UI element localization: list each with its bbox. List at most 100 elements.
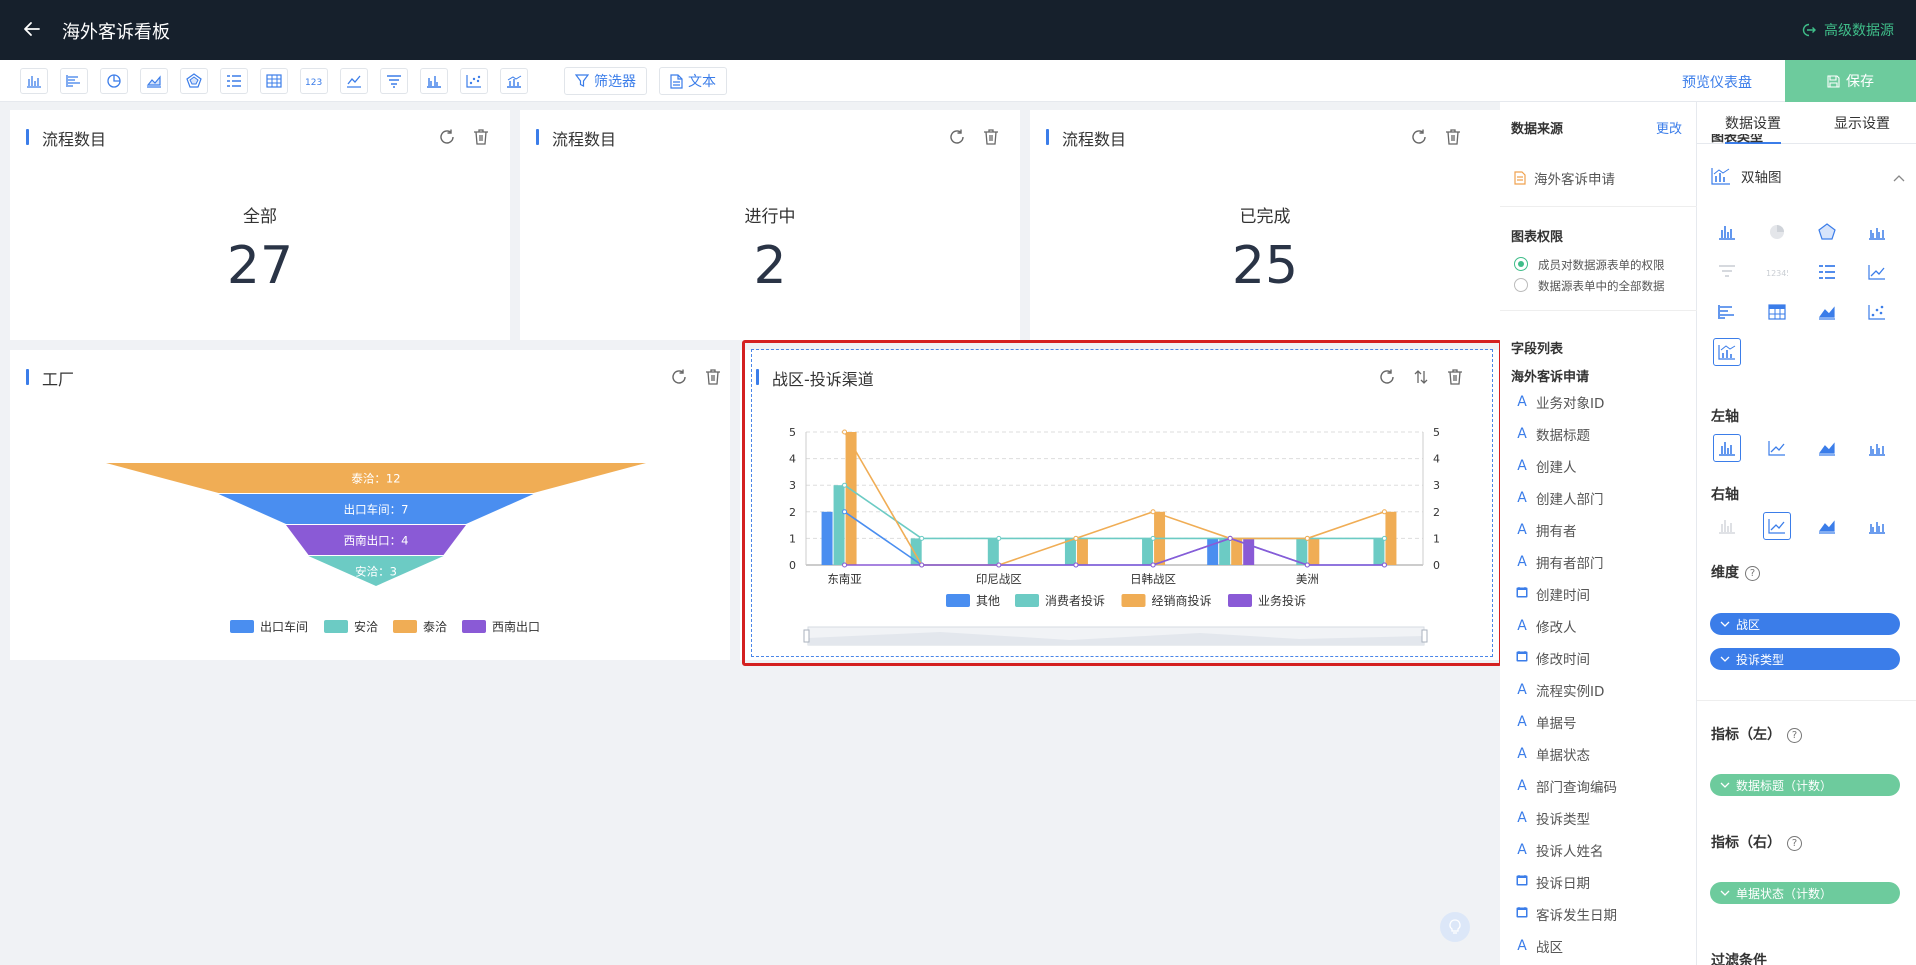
legend-swatch bbox=[462, 620, 486, 633]
field-item[interactable]: A 业务对象ID bbox=[1516, 392, 1604, 412]
refresh-icon[interactable] bbox=[438, 128, 456, 146]
field-label: 业务对象ID bbox=[1536, 396, 1605, 412]
refresh-icon[interactable] bbox=[948, 128, 966, 146]
permission-radio-member[interactable] bbox=[1514, 257, 1528, 271]
datasource-item[interactable]: 海外客诉申请 bbox=[1514, 168, 1615, 188]
metric-left-pill[interactable]: 数据标题（计数） bbox=[1710, 774, 1900, 796]
field-item[interactable]: A 数据标题 bbox=[1516, 424, 1590, 444]
bar-chart-icon[interactable] bbox=[1713, 218, 1741, 246]
calendar-icon bbox=[1516, 650, 1528, 666]
field-item[interactable]: 创建时间 bbox=[1516, 584, 1590, 604]
chevron-up-icon[interactable] bbox=[1893, 174, 1905, 182]
right-axis-bar-icon[interactable] bbox=[1713, 512, 1741, 540]
help-bubble[interactable] bbox=[1440, 912, 1470, 942]
change-datasource-link[interactable]: 更改 bbox=[1656, 118, 1682, 137]
list-tool-icon[interactable] bbox=[220, 68, 248, 94]
pie-chart-icon[interactable] bbox=[1763, 218, 1791, 246]
scatter-tool-icon[interactable] bbox=[460, 68, 488, 94]
dimension-pill-type[interactable]: 投诉类型 bbox=[1710, 648, 1900, 670]
funnel-chart-icon[interactable] bbox=[1713, 258, 1741, 286]
chart-type-select[interactable]: 双轴图 bbox=[1711, 166, 1782, 186]
field-item[interactable]: 投诉日期 bbox=[1516, 872, 1590, 892]
settings-panel: 数据设置 显示设置 图表类型 双轴图 12345 左轴 右轴 维度? 战区 投诉… bbox=[1697, 102, 1916, 965]
delete-icon[interactable] bbox=[982, 128, 1000, 146]
refresh-icon[interactable] bbox=[1410, 128, 1428, 146]
line-chart-icon[interactable] bbox=[1863, 258, 1891, 286]
factory-funnel-card[interactable]: 工厂 泰洽：12 出口车间：7 西南出口：4 安洽：3 出口车间 安洽 泰洽 西南出口 bbox=[10, 350, 730, 660]
right-axis-line-icon[interactable] bbox=[1763, 512, 1791, 540]
field-item[interactable]: A 创建人 bbox=[1516, 456, 1576, 476]
field-item[interactable]: A 投诉人姓名 bbox=[1516, 840, 1603, 860]
horizontal-bar-icon[interactable] bbox=[1713, 298, 1741, 326]
area-chart-icon[interactable] bbox=[1813, 298, 1841, 326]
stat-card-completed[interactable]: 流程数目 已完成 25 bbox=[1030, 110, 1500, 340]
text-field-icon: A bbox=[1517, 778, 1527, 794]
dimension-pill-label: 战区 bbox=[1736, 617, 1761, 632]
dimension-pill-region[interactable]: 战区 bbox=[1710, 613, 1900, 635]
field-item[interactable]: A 流程实例ID bbox=[1516, 680, 1604, 700]
pie-chart-tool-icon[interactable] bbox=[100, 68, 128, 94]
delete-icon[interactable] bbox=[472, 128, 490, 146]
number-chart-icon[interactable]: 12345 bbox=[1763, 258, 1791, 286]
field-item[interactable]: A 拥有者部门 bbox=[1516, 552, 1603, 572]
back-arrow-icon[interactable] bbox=[20, 17, 44, 41]
help-icon[interactable]: ? bbox=[1787, 835, 1802, 851]
left-axis-grouped-bar-icon[interactable] bbox=[1863, 434, 1891, 462]
field-item[interactable]: A 创建人部门 bbox=[1516, 488, 1603, 508]
left-axis-label: 左轴 bbox=[1711, 409, 1739, 425]
field-item[interactable]: A 部门查询编码 bbox=[1516, 776, 1617, 796]
number-tool-icon[interactable]: 123 bbox=[300, 68, 328, 94]
area-chart-tool-icon[interactable] bbox=[140, 68, 168, 94]
filter-button[interactable]: 筛选器 bbox=[564, 67, 647, 95]
field-item[interactable]: A 单据状态 bbox=[1516, 744, 1590, 764]
field-item[interactable]: 修改时间 bbox=[1516, 648, 1590, 668]
table-tool-icon[interactable] bbox=[260, 68, 288, 94]
stat-card-in-progress[interactable]: 流程数目 进行中 2 bbox=[520, 110, 1020, 340]
dual-axis-tool-icon[interactable] bbox=[500, 68, 528, 94]
stat-card-all[interactable]: 流程数目 全部 27 bbox=[10, 110, 510, 340]
preview-dashboard-link[interactable]: 预览仪表盘 bbox=[1682, 72, 1752, 92]
help-icon[interactable]: ? bbox=[1745, 565, 1760, 581]
field-item[interactable]: 客诉发生日期 bbox=[1516, 904, 1617, 924]
line-chart-tool-icon[interactable] bbox=[340, 68, 368, 94]
text-field-icon: A bbox=[1517, 682, 1527, 698]
divider bbox=[1500, 310, 1697, 311]
grouped-bar-icon[interactable] bbox=[1863, 218, 1891, 246]
left-axis-area-icon[interactable] bbox=[1813, 434, 1841, 462]
field-item[interactable]: A 修改人 bbox=[1516, 616, 1577, 636]
radar-chart-tool-icon[interactable] bbox=[180, 68, 208, 94]
funnel-tool-icon[interactable] bbox=[380, 68, 408, 94]
right-axis-grouped-bar-icon[interactable] bbox=[1863, 512, 1891, 540]
field-item[interactable]: A 拥有者 bbox=[1516, 520, 1576, 540]
permission-option-label: 成员对数据源表单的权限 bbox=[1538, 258, 1665, 272]
tab-data-settings[interactable]: 数据设置 bbox=[1725, 113, 1781, 144]
list-chart-icon[interactable] bbox=[1813, 258, 1841, 286]
left-axis-line-icon[interactable] bbox=[1763, 434, 1791, 462]
horizontal-bar-tool-icon[interactable] bbox=[60, 68, 88, 94]
text-field-icon: A bbox=[1517, 618, 1527, 634]
field-item[interactable]: A 投诉类型 bbox=[1516, 808, 1590, 828]
grouped-bar-tool-icon[interactable] bbox=[420, 68, 448, 94]
field-label: 客诉发生日期 bbox=[1536, 908, 1617, 924]
help-icon[interactable]: ? bbox=[1787, 727, 1802, 743]
tab-display-settings[interactable]: 显示设置 bbox=[1834, 113, 1890, 133]
text-button[interactable]: 文本 bbox=[659, 67, 727, 95]
save-button[interactable]: 保存 bbox=[1785, 60, 1916, 102]
field-item[interactable]: A 单据号 bbox=[1516, 712, 1576, 732]
field-label: 修改人 bbox=[1536, 620, 1577, 636]
scatter-chart-icon[interactable] bbox=[1863, 298, 1891, 326]
delete-icon[interactable] bbox=[1444, 128, 1462, 146]
dual-axis-chart-icon[interactable] bbox=[1713, 338, 1741, 366]
chevron-down-icon bbox=[1720, 782, 1730, 788]
table-chart-icon[interactable] bbox=[1763, 298, 1791, 326]
right-axis-area-icon[interactable] bbox=[1813, 512, 1841, 540]
chart-type-heading: 图表类型 bbox=[1711, 134, 1764, 143]
left-axis-bar-icon[interactable] bbox=[1713, 434, 1741, 462]
field-item[interactable]: A 战区 bbox=[1516, 936, 1563, 956]
permission-radio-all[interactable] bbox=[1514, 278, 1528, 292]
permission-option-label: 数据源表单中的全部数据 bbox=[1538, 279, 1665, 293]
radar-chart-icon[interactable] bbox=[1813, 218, 1841, 246]
bar-chart-tool-icon[interactable] bbox=[20, 68, 48, 94]
advanced-datasource-button[interactable]: 高级数据源 bbox=[1800, 20, 1894, 40]
metric-right-pill[interactable]: 单据状态（计数） bbox=[1710, 882, 1900, 904]
